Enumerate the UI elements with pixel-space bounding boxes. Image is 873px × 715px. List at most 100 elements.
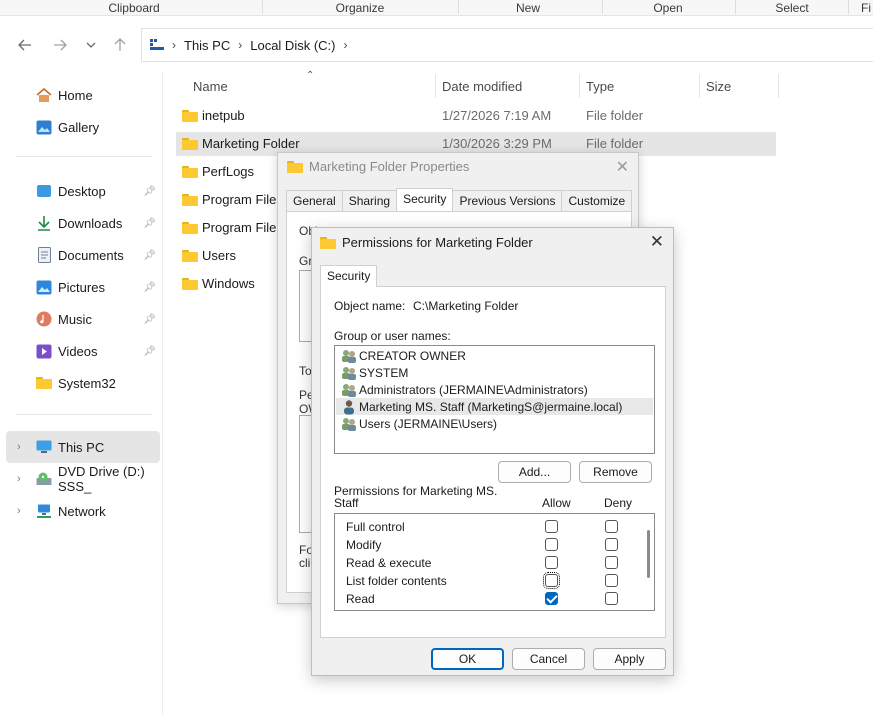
allow-checkbox[interactable] xyxy=(545,520,558,533)
sidebar-item-gallery[interactable]: Gallery xyxy=(6,112,160,142)
permissions-dialog: Permissions for Marketing Folder ✕ Secur… xyxy=(311,227,674,676)
column-divider[interactable] xyxy=(435,74,436,98)
music-icon xyxy=(36,311,52,327)
tab-security[interactable]: Security xyxy=(320,265,378,287)
sidebar-item-label: Documents xyxy=(58,247,124,263)
expand-chevron-icon[interactable]: › xyxy=(17,441,21,453)
breadcrumb-local-disk[interactable]: Local Disk (C:) xyxy=(250,38,335,53)
user-list[interactable]: CREATOR OWNER SYSTEM Administrators (JER… xyxy=(334,345,655,454)
permissions-dialog-title: Permissions for Marketing Folder xyxy=(320,235,533,250)
user-row-marketing-staff[interactable]: Marketing MS. Staff (MarketingS@jermaine… xyxy=(336,398,653,415)
sidebar-item-home[interactable]: Home xyxy=(6,80,160,110)
cancel-button[interactable]: Cancel xyxy=(512,648,585,670)
permission-row-read: Read xyxy=(335,589,640,607)
expand-chevron-icon[interactable]: › xyxy=(17,505,21,517)
column-header-type[interactable]: Type xyxy=(586,72,614,100)
pin-icon[interactable]: 📌︎ xyxy=(143,346,156,357)
permissions-for-label-line2: Staff xyxy=(334,496,359,510)
user-row-administrators[interactable]: Administrators (JERMAINE\Administrators) xyxy=(336,381,653,398)
file-row-program-files[interactable]: Program Files xyxy=(176,188,283,212)
tab-sharing[interactable]: Sharing xyxy=(341,190,398,211)
back-button[interactable] xyxy=(15,35,35,55)
pin-icon[interactable]: 📌︎ xyxy=(143,250,156,261)
column-header-size[interactable]: Size xyxy=(706,72,731,100)
close-icon[interactable]: ✕ xyxy=(616,157,629,177)
deny-checkbox[interactable] xyxy=(605,592,618,605)
tab-previous-versions[interactable]: Previous Versions xyxy=(452,190,563,211)
allow-checkbox[interactable] xyxy=(545,592,558,605)
user-name: Users (JERMAINE\Users) xyxy=(359,416,498,431)
file-row-program-files-x86[interactable]: Program Files xyxy=(176,216,283,240)
folder-icon xyxy=(182,166,198,178)
pin-icon[interactable]: 📌︎ xyxy=(143,314,156,325)
forward-button[interactable] xyxy=(50,35,70,55)
expand-chevron-icon[interactable]: › xyxy=(17,473,21,485)
add-button[interactable]: Add... xyxy=(498,461,571,483)
user-row-system[interactable]: SYSTEM xyxy=(336,364,653,381)
folder-icon xyxy=(182,194,198,206)
user-name: Marketing MS. Staff (MarketingS@jermaine… xyxy=(359,399,623,414)
allow-checkbox[interactable] xyxy=(545,538,558,551)
ok-button[interactable]: OK xyxy=(431,648,504,670)
group-icon xyxy=(341,416,357,432)
sidebar-item-label: Gallery xyxy=(58,119,100,135)
allow-checkbox[interactable] xyxy=(543,572,560,589)
tab-customize[interactable]: Customize xyxy=(561,190,633,211)
column-header-date-modified[interactable]: Date modified xyxy=(442,72,522,100)
file-row-users[interactable]: Users xyxy=(176,244,276,268)
ribbon-group-new: New xyxy=(515,1,541,15)
deny-checkbox[interactable] xyxy=(605,556,618,569)
chevron-down-icon xyxy=(86,42,96,48)
breadcrumb-this-pc[interactable]: This PC xyxy=(184,38,230,53)
user-name: CREATOR OWNER xyxy=(359,348,466,363)
sidebar-item-documents[interactable]: Documents 📌︎ xyxy=(6,240,160,270)
sidebar-item-system32[interactable]: System32 xyxy=(6,368,160,398)
ribbon-group-organize: Organize xyxy=(335,1,385,15)
sidebar-item-label: Desktop xyxy=(58,183,106,199)
permission-row-full-control: Full control xyxy=(335,517,640,535)
user-row-creator-owner[interactable]: CREATOR OWNER xyxy=(336,347,653,364)
pin-icon[interactable]: 📌︎ xyxy=(143,282,156,293)
deny-checkbox[interactable] xyxy=(605,538,618,551)
column-divider[interactable] xyxy=(778,74,779,98)
ribbon-separator xyxy=(602,0,603,14)
sidebar-item-downloads[interactable]: Downloads 📌︎ xyxy=(6,208,160,238)
recent-locations-button[interactable] xyxy=(81,35,101,55)
deny-checkbox[interactable] xyxy=(605,610,618,611)
address-bar[interactable]: › This PC › Local Disk (C:) › xyxy=(141,28,873,62)
file-row-inetpub[interactable]: inetpub 1/27/2026 7:19 AM File folder xyxy=(176,104,776,128)
permissions-scrollbar[interactable] xyxy=(647,530,650,578)
column-divider[interactable] xyxy=(699,74,700,98)
user-row-users[interactable]: Users (JERMAINE\Users) xyxy=(336,415,653,432)
apply-button[interactable]: Apply xyxy=(593,648,666,670)
sidebar-item-label: Network xyxy=(58,503,106,519)
deny-checkbox[interactable] xyxy=(605,574,618,587)
column-header-name[interactable]: Name xyxy=(193,72,228,100)
close-icon[interactable]: ✕ xyxy=(650,232,664,252)
up-button[interactable] xyxy=(110,35,130,55)
breadcrumb-chevron-icon[interactable]: › xyxy=(343,38,347,52)
ribbon-separator xyxy=(458,0,459,14)
deny-checkbox[interactable] xyxy=(605,520,618,533)
sidebar-item-music[interactable]: Music 📌︎ xyxy=(6,304,160,334)
allow-checkbox[interactable] xyxy=(545,610,558,611)
sidebar-item-videos[interactable]: Videos 📌︎ xyxy=(6,336,160,366)
ribbon-group-clipboard: Clipboard xyxy=(108,1,160,15)
allow-checkbox[interactable] xyxy=(545,556,558,569)
sidebar-item-this-pc[interactable]: › This PC xyxy=(6,431,160,463)
pin-icon[interactable]: 📌︎ xyxy=(143,186,156,197)
tab-security[interactable]: Security xyxy=(396,188,454,211)
permission-row-modify: Modify xyxy=(335,535,640,553)
sidebar-item-network[interactable]: › Network xyxy=(6,496,160,526)
remove-button[interactable]: Remove xyxy=(579,461,652,483)
sidebar-item-dvd-drive[interactable]: › DVD Drive (D:) SSS_ xyxy=(6,464,160,494)
sidebar-separator xyxy=(16,414,152,415)
file-row-windows[interactable]: Windows xyxy=(176,272,276,296)
file-row-perflogs[interactable]: PerfLogs xyxy=(176,160,276,184)
sidebar-item-desktop[interactable]: Desktop 📌︎ xyxy=(6,176,160,206)
column-divider[interactable] xyxy=(579,74,580,98)
file-type: File folder xyxy=(586,136,644,151)
pin-icon[interactable]: 📌︎ xyxy=(143,218,156,229)
sidebar-item-pictures[interactable]: Pictures 📌︎ xyxy=(6,272,160,302)
tab-general[interactable]: General xyxy=(286,190,343,211)
